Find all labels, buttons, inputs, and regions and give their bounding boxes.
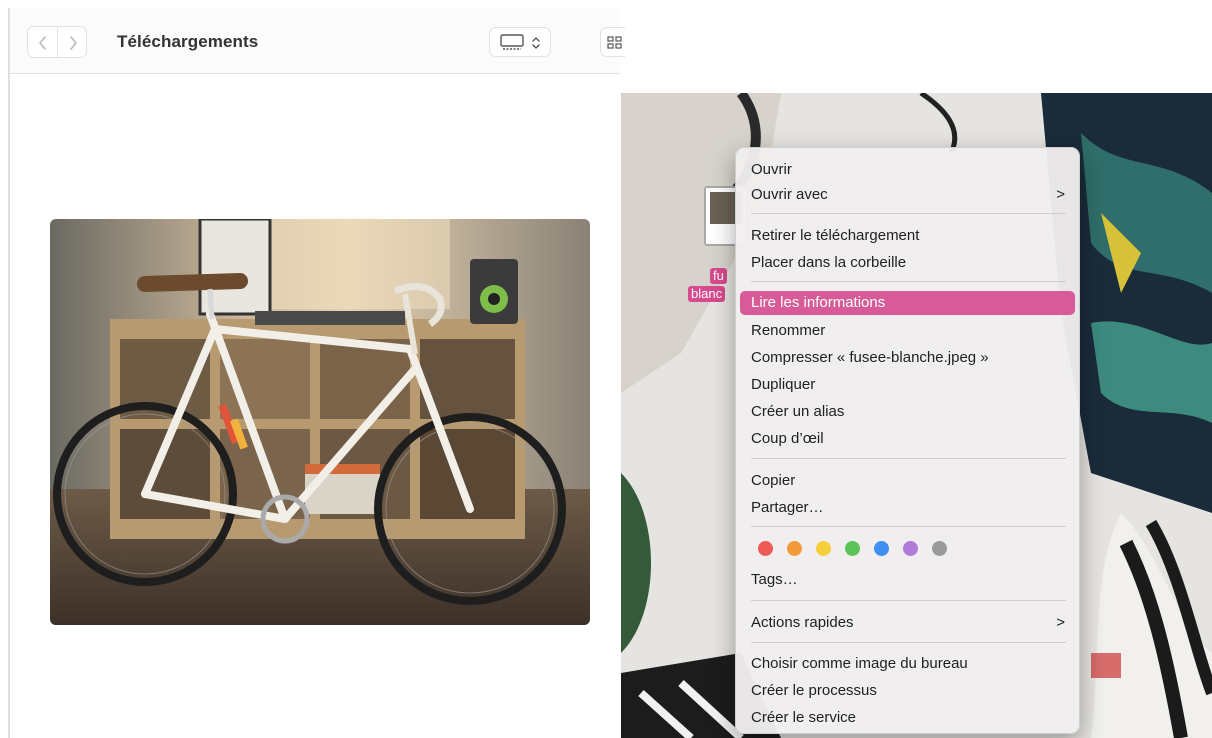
file-name-label[interactable]: blanc [688, 286, 726, 302]
tag-green-button[interactable] [845, 541, 860, 556]
context-menu: Ouvrir Ouvrir avec > Retirer le téléchar… [735, 147, 1080, 734]
tag-yellow-button[interactable] [816, 541, 831, 556]
tag-red-button[interactable] [758, 541, 773, 556]
menu-item-set-desktop-picture[interactable]: Choisir comme image du bureau [751, 655, 968, 673]
chevron-updown-icon [532, 37, 540, 49]
tag-gray-button[interactable] [932, 541, 947, 556]
menu-separator [751, 458, 1066, 459]
menu-item-tags[interactable]: Tags… [751, 571, 798, 589]
menu-item-quick-look[interactable]: Coup d’œil [751, 430, 824, 448]
finder-toolbar: Téléchargements [10, 8, 625, 74]
menu-item-duplicate[interactable]: Dupliquer [751, 376, 815, 394]
tag-blue-button[interactable] [874, 541, 889, 556]
window-title: Téléchargements [117, 32, 259, 51]
forward-button[interactable] [57, 26, 87, 58]
menu-item-remove-download[interactable]: Retirer le téléchargement [751, 227, 919, 245]
menu-item-share[interactable]: Partager… [751, 499, 824, 517]
menu-item-make-alias[interactable]: Créer un alias [751, 403, 844, 421]
image-preview [50, 219, 590, 625]
submenu-chevron-icon: > [1056, 186, 1065, 203]
menu-item-get-info[interactable]: Lire les informations [751, 294, 885, 312]
menu-item-compress[interactable]: Compresser « fusee-blanche.jpeg » [751, 349, 989, 367]
grid-view-button[interactable] [600, 27, 625, 57]
view-options-button[interactable] [489, 27, 551, 57]
menu-separator [751, 526, 1066, 527]
menu-separator [751, 213, 1066, 214]
bicycle-photo [50, 219, 590, 625]
tag-purple-button[interactable] [903, 541, 918, 556]
submenu-chevron-icon: > [1056, 614, 1065, 631]
grid-icon [607, 36, 622, 49]
window-edge [8, 8, 10, 738]
menu-item-create-workflow[interactable]: Créer le processus [751, 682, 877, 700]
chevron-left-icon [39, 36, 46, 50]
finder-window: Téléchargements [0, 0, 625, 738]
tag-orange-button[interactable] [787, 541, 802, 556]
file-name-label[interactable]: fu [710, 268, 727, 284]
menu-item-copy[interactable]: Copier [751, 472, 795, 490]
menu-separator [751, 642, 1066, 643]
menu-separator [751, 281, 1066, 282]
menu-item-quick-actions[interactable]: Actions rapides [751, 614, 854, 632]
menu-item-open[interactable]: Ouvrir [751, 161, 792, 179]
menu-item-move-to-trash[interactable]: Placer dans la corbeille [751, 254, 906, 272]
display-icon [500, 34, 524, 50]
back-button[interactable] [27, 26, 57, 58]
menu-separator [751, 600, 1066, 601]
menu-item-open-with[interactable]: Ouvrir avec [751, 186, 828, 204]
chevron-right-icon [70, 36, 77, 50]
menu-item-create-service[interactable]: Créer le service [751, 709, 856, 727]
menu-item-rename[interactable]: Renommer [751, 322, 825, 340]
